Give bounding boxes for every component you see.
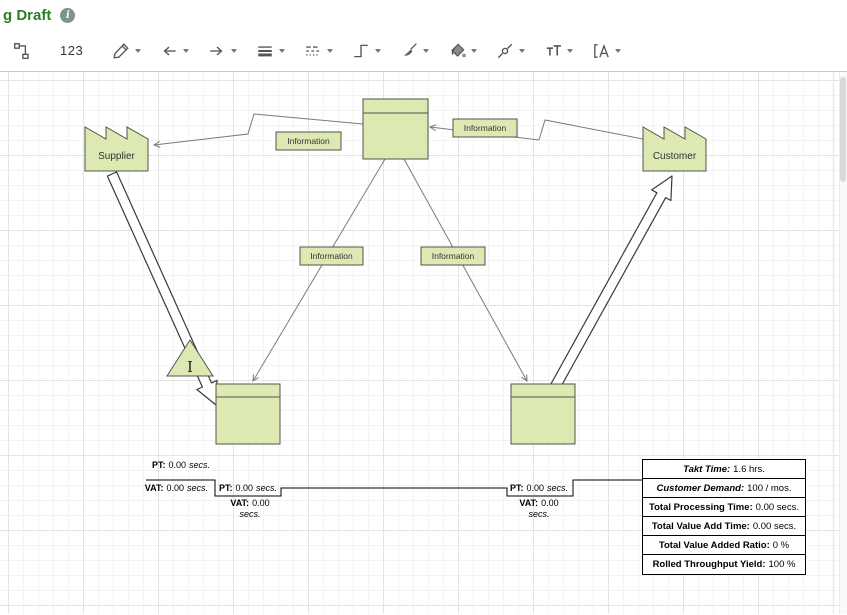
info-flow-right-process-edge[interactable] <box>404 159 527 381</box>
arrow-left-icon <box>160 42 178 60</box>
shipment-arrow-customer[interactable] <box>551 176 672 389</box>
chevron-down-icon <box>279 49 285 53</box>
waypoints-icon <box>13 42 31 60</box>
chevron-down-icon <box>615 49 621 53</box>
inventory-label: I <box>187 358 193 376</box>
font-size-button[interactable] <box>541 39 576 63</box>
connector-node-button[interactable] <box>493 39 528 63</box>
diagram-canvas[interactable]: Supplier Customer I Inform <box>0 72 847 614</box>
timeline-vat-label: VAT:0.00secs. <box>145 483 208 493</box>
process-box-right[interactable] <box>511 384 575 444</box>
chevron-down-icon <box>375 49 381 53</box>
paint-bucket-icon <box>448 42 466 60</box>
information-label[interactable]: Information <box>276 132 341 150</box>
timeline-vat-label: VAT:0.00 <box>519 498 558 508</box>
format-toolbar: 123 <box>0 30 847 72</box>
line-style-button[interactable] <box>253 39 288 63</box>
chevron-down-icon <box>519 49 525 53</box>
info-flow-left-process-edge[interactable] <box>253 159 385 381</box>
timeline-pt-label: PT:0.00secs. <box>219 483 277 493</box>
brush-icon <box>400 42 418 60</box>
metrics-row-takt-time: Takt Time:1.6 hrs. <box>643 460 805 479</box>
arrow-end-button[interactable] <box>205 39 240 63</box>
timeline-pt-label: PT:0.00secs. <box>152 460 210 470</box>
font-size-icon <box>544 42 562 60</box>
connector-style-button[interactable] <box>349 39 384 63</box>
inventory-triangle[interactable]: I <box>167 340 213 376</box>
font-format-icon <box>592 42 610 60</box>
node-link-icon <box>496 42 514 60</box>
supplier-shape[interactable] <box>85 127 148 171</box>
pencil-icon <box>112 42 130 60</box>
svg-text:Information: Information <box>310 251 353 261</box>
chevron-down-icon <box>471 49 477 53</box>
chevron-down-icon <box>183 49 189 53</box>
timeline-vat-unit: secs. <box>528 509 549 519</box>
chevron-down-icon <box>327 49 333 53</box>
metrics-row-total-value-added-ratio: Total Value Added Ratio:0 % <box>643 536 805 555</box>
metrics-table[interactable]: Takt Time:1.6 hrs. Customer Demand:100 /… <box>642 459 806 575</box>
elbow-connector-icon <box>352 42 370 60</box>
title-bar: g Draft i <box>0 0 847 30</box>
line-style-icon <box>256 42 274 60</box>
information-label[interactable]: Information <box>453 119 517 137</box>
timeline-pt-label: PT:0.00secs. <box>510 483 568 493</box>
information-label[interactable]: Information <box>421 247 485 265</box>
svg-text:Information: Information <box>464 123 507 133</box>
process-box-left[interactable] <box>216 384 280 444</box>
metrics-row-total-processing-time: Total Processing Time:0.00 secs. <box>643 498 805 517</box>
value-toggle-button[interactable]: 123 <box>57 40 86 61</box>
timeline-vat-label: VAT:0.00 <box>230 498 269 508</box>
chevron-down-icon <box>135 49 141 53</box>
customer-shape[interactable] <box>643 127 706 171</box>
chevron-down-icon <box>567 49 573 53</box>
dashed-line-icon <box>304 42 322 60</box>
edit-style-button[interactable] <box>109 39 144 63</box>
fill-color-button[interactable] <box>445 39 480 63</box>
production-control-box[interactable] <box>363 99 428 159</box>
customer-label: Customer <box>653 151 697 162</box>
metrics-row-total-value-add-time: Total Value Add Time:0.00 secs. <box>643 517 805 536</box>
timeline-vat-unit: secs. <box>239 509 260 519</box>
information-label[interactable]: Information <box>300 247 363 265</box>
waypoints-button[interactable] <box>10 39 34 63</box>
metrics-row-rolled-throughput-yield: Rolled Throughput Yield:100 % <box>643 555 805 574</box>
vertical-scrollbar-thumb[interactable] <box>840 77 846 182</box>
value-toggle-label: 123 <box>60 43 83 58</box>
arrow-start-button[interactable] <box>157 39 192 63</box>
page-title: g Draft <box>3 7 51 24</box>
vertical-scrollbar[interactable] <box>839 72 847 614</box>
supplier-label: Supplier <box>98 151 135 162</box>
metrics-row-customer-demand: Customer Demand:100 / mos. <box>643 479 805 498</box>
arrow-right-icon <box>208 42 226 60</box>
chevron-down-icon <box>423 49 429 53</box>
font-format-button[interactable] <box>589 39 624 63</box>
chevron-down-icon <box>231 49 237 53</box>
info-icon[interactable]: i <box>60 8 75 23</box>
line-dash-button[interactable] <box>301 39 336 63</box>
svg-text:Information: Information <box>287 136 330 146</box>
brush-button[interactable] <box>397 39 432 63</box>
svg-text:Information: Information <box>432 251 475 261</box>
